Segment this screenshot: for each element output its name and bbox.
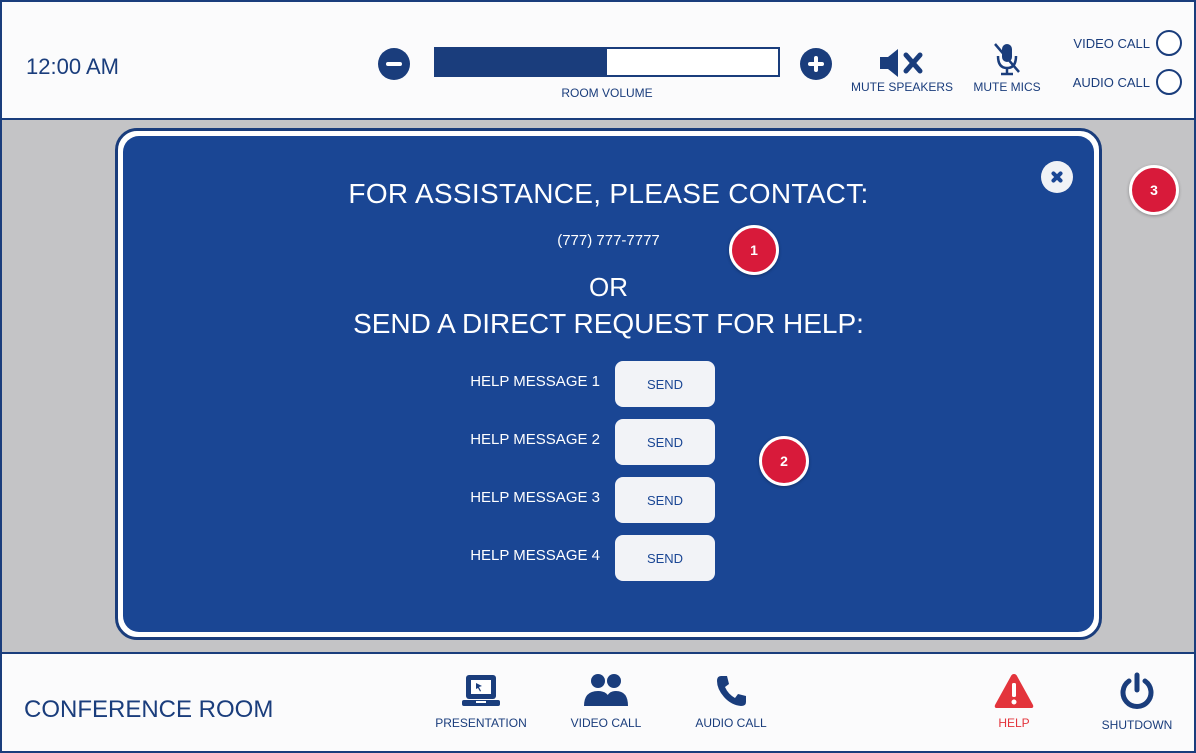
power-icon	[1120, 672, 1154, 709]
video-call-nav-button[interactable]: VIDEO CALL	[551, 672, 661, 730]
direct-request-heading: SEND A DIRECT REQUEST FOR HELP:	[353, 308, 864, 339]
send-help-message-2-button[interactable]: SEND	[615, 419, 715, 465]
close-icon[interactable]	[1041, 161, 1073, 193]
help-message-label: HELP MESSAGE 3	[470, 489, 600, 506]
room-name: CONFERENCE ROOM	[24, 696, 274, 723]
help-label: HELP	[998, 716, 1030, 730]
phone-icon	[717, 676, 746, 706]
video-call-status-circle	[1156, 30, 1182, 56]
room-volume-slider[interactable]	[434, 47, 780, 77]
help-message-row: HELP MESSAGE 2 SEND	[425, 419, 745, 465]
laptop-icon	[462, 675, 500, 706]
assistance-phone: (777) 777-7777	[557, 232, 660, 249]
mic-mute-icon	[994, 43, 1020, 76]
video-call-label: VIDEO CALL	[1073, 35, 1150, 51]
video-call-indicator[interactable]: VIDEO CALL	[1073, 30, 1182, 56]
content-area: FOR ASSISTANCE, PLEASE CONTACT: (777) 77…	[2, 120, 1194, 652]
video-call-nav-label: VIDEO CALL	[570, 716, 642, 730]
mute-speakers-button[interactable]: MUTE SPEAKERS	[842, 46, 962, 94]
volume-level-fill	[436, 49, 607, 75]
top-bar: 12:00 AM ROOM VOLUME MUTE SPEAKERS MUTE …	[2, 2, 1194, 120]
help-message-row: HELP MESSAGE 1 SEND	[425, 361, 745, 407]
help-modal: FOR ASSISTANCE, PLEASE CONTACT: (777) 77…	[115, 128, 1102, 640]
help-message-row: HELP MESSAGE 3 SEND	[425, 477, 745, 523]
callout-badge-1: 1	[729, 225, 779, 275]
mute-mics-button[interactable]: MUTE MICS	[962, 40, 1052, 94]
help-message-label: HELP MESSAGE 1	[470, 373, 600, 390]
mute-speakers-label: MUTE SPEAKERS	[850, 80, 954, 94]
or-divider-text: OR	[589, 272, 628, 302]
shutdown-button[interactable]: SHUTDOWN	[1082, 672, 1192, 732]
audio-call-label: AUDIO CALL	[1072, 74, 1150, 90]
volume-down-button[interactable]	[378, 48, 410, 80]
callout-badge-2: 2	[759, 436, 809, 486]
shutdown-label: SHUTDOWN	[1101, 718, 1173, 732]
speaker-mute-icon	[880, 49, 923, 77]
audio-call-nav-label: AUDIO CALL	[695, 716, 767, 730]
volume-up-button[interactable]	[800, 48, 832, 80]
help-button[interactable]: HELP	[959, 672, 1069, 730]
people-icon	[584, 674, 628, 706]
presentation-button[interactable]: PRESENTATION	[426, 672, 536, 730]
help-message-label: HELP MESSAGE 2	[470, 431, 600, 448]
audio-call-nav-button[interactable]: AUDIO CALL	[676, 672, 786, 730]
audio-call-status-circle	[1156, 69, 1182, 95]
send-help-message-3-button[interactable]: SEND	[615, 477, 715, 523]
callout-badge-3: 3	[1129, 165, 1179, 215]
help-message-label: HELP MESSAGE 4	[470, 547, 600, 564]
bottom-nav-bar: CONFERENCE ROOM PRESENTATION VIDEO CALL …	[2, 652, 1194, 751]
clock: 12:00 AM	[26, 54, 119, 79]
mute-mics-label: MUTE MICS	[973, 80, 1041, 94]
audio-call-indicator[interactable]: AUDIO CALL	[1073, 69, 1182, 95]
warning-icon	[994, 674, 1034, 708]
help-message-row: HELP MESSAGE 4 SEND	[425, 535, 745, 581]
send-help-message-1-button[interactable]: SEND	[615, 361, 715, 407]
presentation-label: PRESENTATION	[435, 716, 527, 730]
assistance-heading: FOR ASSISTANCE, PLEASE CONTACT:	[348, 178, 869, 209]
send-help-message-4-button[interactable]: SEND	[615, 535, 715, 581]
help-modal-panel: FOR ASSISTANCE, PLEASE CONTACT: (777) 77…	[123, 136, 1094, 632]
room-volume-label: ROOM VOLUME	[561, 86, 653, 100]
